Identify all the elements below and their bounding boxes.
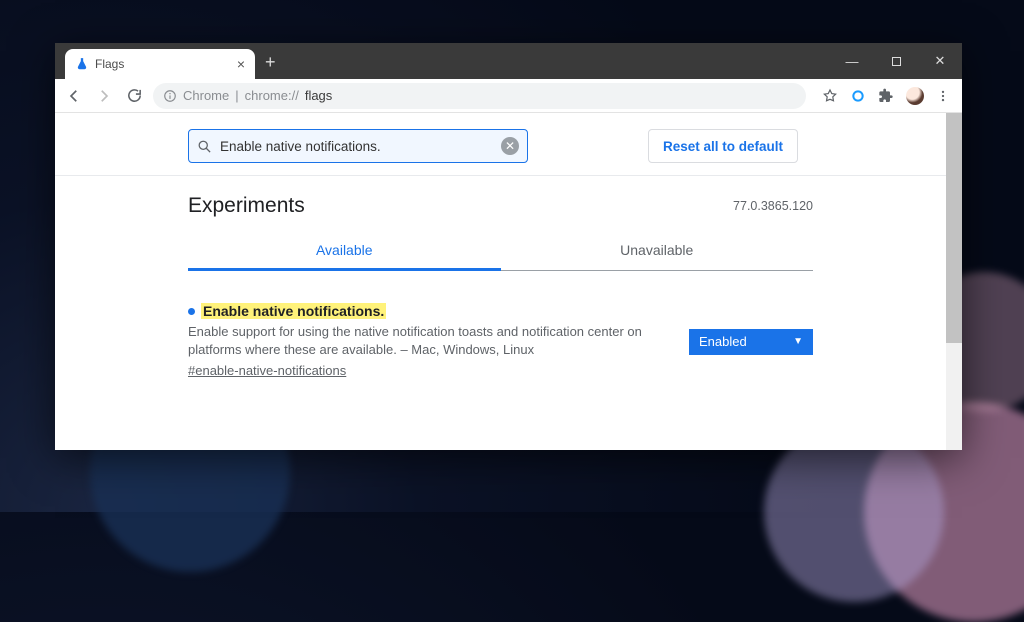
browser-toolbar: Chrome | chrome:// flags	[55, 79, 962, 113]
flag-state-select[interactable]: Enabled ▼	[689, 329, 813, 355]
extensions-puzzle-icon[interactable]	[878, 88, 894, 104]
page-title: Experiments	[188, 194, 305, 218]
tab-unavailable[interactable]: Unavailable	[501, 232, 814, 270]
back-button[interactable]	[63, 85, 85, 107]
forward-button[interactable]	[93, 85, 115, 107]
search-icon	[197, 139, 212, 154]
flask-icon	[75, 57, 89, 71]
tab-available[interactable]: Available	[188, 232, 501, 271]
flags-search-box[interactable]: ✕	[188, 129, 528, 163]
minimize-button[interactable]: —	[830, 43, 874, 79]
close-tab-icon[interactable]: ×	[237, 56, 245, 72]
scrollbar-thumb[interactable]	[946, 113, 962, 343]
bookmark-star-icon[interactable]	[822, 88, 838, 104]
maximize-button[interactable]	[874, 43, 918, 79]
close-window-button[interactable]: ✕	[918, 43, 962, 79]
tab-strip: Flags × + — ✕	[55, 43, 962, 79]
omnibox[interactable]: Chrome | chrome:// flags	[153, 83, 806, 109]
kebab-menu-icon[interactable]	[936, 88, 950, 104]
browser-tab-flags[interactable]: Flags ×	[65, 49, 255, 79]
flag-state-label: Enabled	[699, 334, 747, 349]
reset-all-button[interactable]: Reset all to default	[648, 129, 798, 163]
clear-search-icon[interactable]: ✕	[501, 137, 519, 155]
omnibox-sep: |	[235, 88, 238, 103]
chevron-down-icon: ▼	[793, 336, 803, 347]
new-tab-button[interactable]: +	[265, 52, 276, 73]
tab-title: Flags	[95, 57, 231, 71]
flag-hash-link[interactable]: #enable-native-notifications	[188, 363, 346, 378]
browser-window: Flags × + — ✕ Chrome | chrome:// flags	[55, 43, 962, 450]
toolbar-icons	[822, 87, 950, 105]
flag-row: Enable native notifications. Enable supp…	[188, 271, 813, 380]
omnibox-path: flags	[305, 88, 332, 103]
omnibox-host: Chrome	[183, 88, 229, 103]
vertical-scrollbar[interactable]	[946, 113, 962, 450]
page-content: ✕ Reset all to default Experiments 77.0.…	[55, 113, 962, 450]
site-info-icon[interactable]	[163, 89, 177, 103]
flags-search-input[interactable]	[220, 139, 493, 154]
modified-flag-dot-icon	[188, 308, 195, 315]
omnibox-prefix: chrome://	[245, 88, 299, 103]
profile-avatar[interactable]	[906, 87, 924, 105]
extension-icon-blue[interactable]	[850, 88, 866, 104]
window-controls: — ✕	[830, 43, 962, 79]
flag-title: Enable native notifications.	[201, 303, 386, 319]
reload-button[interactable]	[123, 85, 145, 107]
flag-description: Enable support for using the native noti…	[188, 323, 673, 359]
flags-page: ✕ Reset all to default Experiments 77.0.…	[55, 113, 946, 450]
flags-tabs: Available Unavailable	[188, 232, 813, 271]
chrome-version: 77.0.3865.120	[733, 199, 813, 213]
